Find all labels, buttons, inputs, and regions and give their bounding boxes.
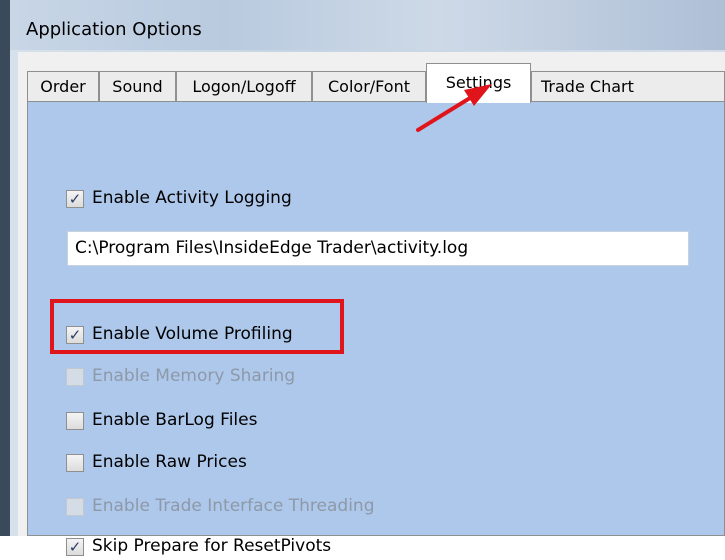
window-title: Application Options (26, 19, 202, 40)
enable-raw-prices-checkbox[interactable] (66, 454, 84, 472)
enable-memory-sharing-label: Enable Memory Sharing (92, 366, 296, 386)
skip-prepare-resetpivots-checkbox[interactable]: ✓ (66, 538, 84, 556)
enable-barlog-files-checkbox[interactable] (66, 412, 84, 430)
activity-log-path-field[interactable]: C:\Program Files\InsideEdge Trader\activ… (67, 231, 689, 266)
enable-barlog-files-label: Enable BarLog Files (92, 410, 258, 430)
enable-volume-profiling-label: Enable Volume Profiling (92, 324, 293, 344)
application-options-window: Application Options Order Sound Logon/Lo… (10, 0, 725, 556)
enable-raw-prices-label: Enable Raw Prices (92, 452, 247, 472)
tab-sound[interactable]: Sound (99, 71, 176, 101)
tab-order[interactable]: Order (27, 71, 99, 101)
tab-trade-chart[interactable]: Trade Chart (531, 71, 725, 101)
enable-activity-logging-checkbox[interactable]: ✓ (66, 190, 84, 208)
enable-memory-sharing-checkbox (66, 368, 84, 386)
enable-trade-interface-threading-label: Enable Trade Interface Threading (92, 496, 375, 516)
settings-panel: ✓ Enable Activity Logging C:\Program Fil… (27, 101, 725, 556)
enable-trade-interface-threading-checkbox (66, 498, 84, 516)
tab-logon-logoff[interactable]: Logon/Logoff (176, 71, 312, 101)
enable-activity-logging-label: Enable Activity Logging (92, 188, 292, 208)
title-bar[interactable]: Application Options (10, 0, 725, 50)
background-window-edge (0, 0, 10, 536)
skip-prepare-resetpivots-label: Skip Prepare for ResetPivots (92, 536, 332, 556)
dialog-client-area: Order Sound Logon/Logoff Color/Font Sett… (18, 52, 725, 556)
annotation-arrow-icon (416, 84, 492, 132)
enable-volume-profiling-checkbox[interactable]: ✓ (66, 326, 84, 344)
